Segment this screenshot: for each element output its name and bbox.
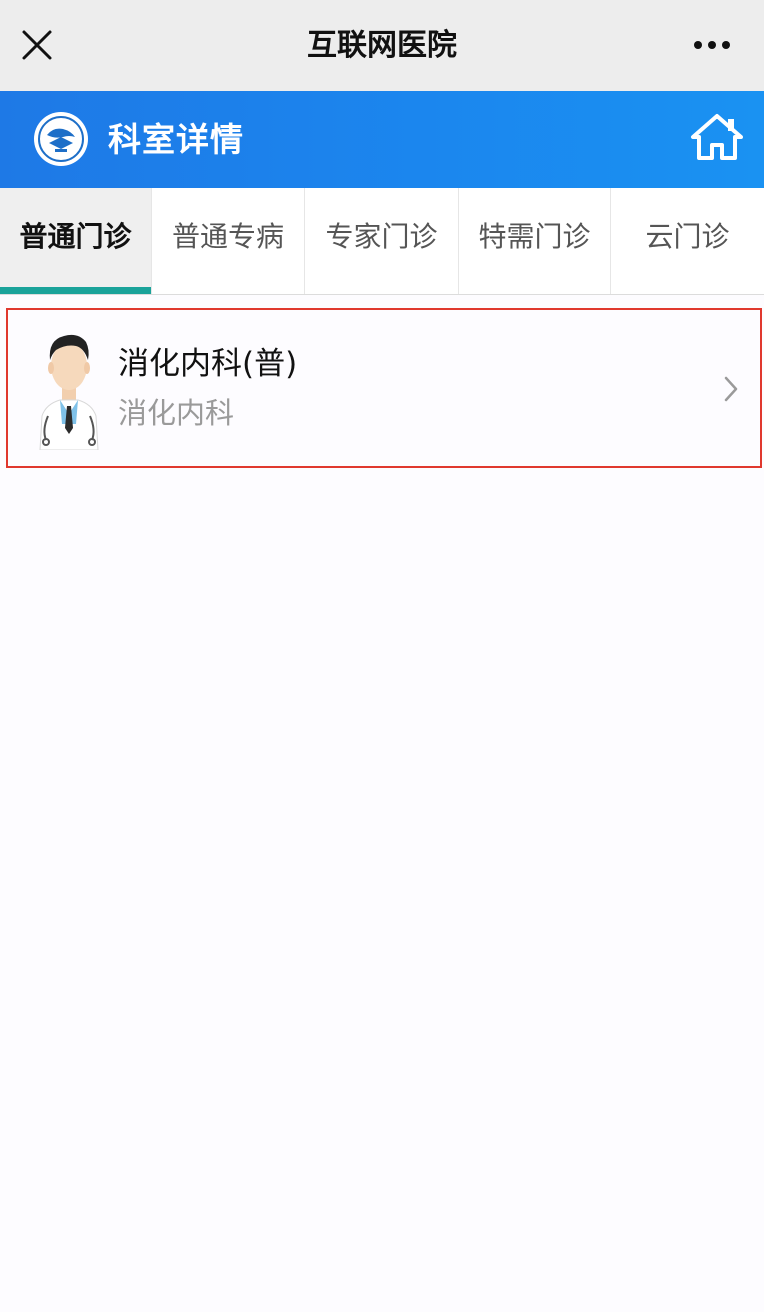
screen: 互联网医院 科室详情 普通门诊 普通专病 专家门诊 特需门诊 云门诊 消化内科(…: [0, 0, 764, 1312]
doctor-avatar-icon: [39, 334, 99, 450]
more-dots-icon[interactable]: [690, 30, 734, 60]
header-bar: 科室详情: [0, 91, 764, 188]
tab-expert-clinic[interactable]: 专家门诊: [305, 188, 459, 294]
header-title: 科室详情: [108, 120, 244, 159]
tab-cloud-clinic[interactable]: 云门诊: [611, 188, 764, 294]
home-icon[interactable]: [690, 113, 744, 161]
top-navbar: 互联网医院: [0, 0, 764, 91]
tab-general-specialty[interactable]: 普通专病: [152, 188, 305, 294]
close-icon[interactable]: [20, 28, 54, 62]
chevron-right-icon: [724, 376, 738, 402]
hospital-logo-icon: [34, 112, 88, 166]
department-list-item[interactable]: 消化内科(普) 消化内科: [6, 308, 762, 468]
tab-special-needs-clinic[interactable]: 特需门诊: [459, 188, 611, 294]
page-title: 互联网医院: [307, 28, 457, 63]
tab-general-clinic[interactable]: 普通门诊: [0, 188, 152, 294]
department-category: 消化内科: [118, 396, 235, 430]
clinic-type-tabs: 普通门诊 普通专病 专家门诊 特需门诊 云门诊: [0, 188, 764, 295]
department-name: 消化内科(普): [118, 346, 298, 382]
